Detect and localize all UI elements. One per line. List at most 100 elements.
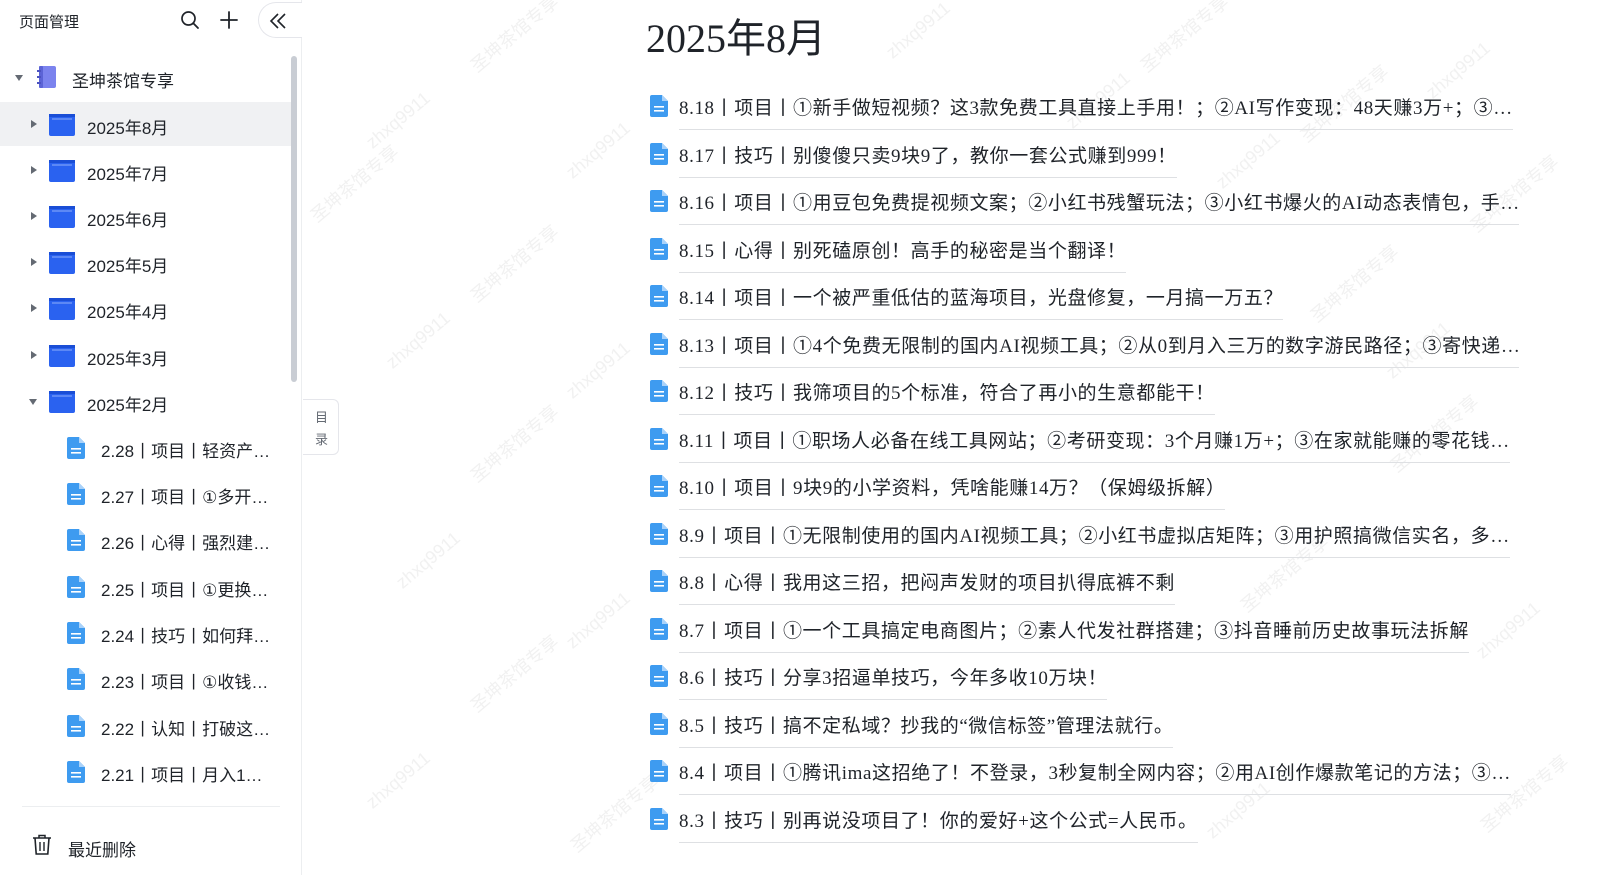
document-icon: [67, 715, 85, 742]
watermark: 圣坤茶馆专享: [1136, 0, 1233, 77]
sidebar: 页面管理 圣坤茶馆专享 2025年8月 2025年7月 2025年6月 2025…: [0, 0, 302, 875]
tree-doc-item[interactable]: 2.23丨项目丨①收钱…: [0, 656, 292, 700]
tree-folder-label: 2025年7月: [87, 165, 169, 184]
watermark: zhxq9911: [562, 337, 634, 403]
document-icon: [67, 668, 85, 695]
tree-doc-item[interactable]: 2.28丨项目丨轻资产…: [0, 425, 292, 469]
table-of-contents-tab[interactable]: 目 录: [303, 399, 339, 455]
tree-doc-label: 2.25丨项目丨①更换…: [101, 581, 269, 600]
watermark: zhxq9911: [392, 527, 464, 593]
tree-doc-label: 2.28丨项目丨轻资产…: [101, 442, 271, 461]
tree-doc-label: 2.21丨项目丨月入1…: [101, 766, 263, 785]
document-icon: [650, 285, 668, 312]
sidebar-title: 页面管理: [19, 14, 80, 31]
chevron-right-icon[interactable]: [31, 166, 37, 174]
tree-doc-item[interactable]: 2.21丨项目丨月入1…: [0, 749, 292, 793]
document-icon: [650, 190, 668, 217]
document-icon: [650, 713, 668, 740]
tree-doc-item[interactable]: 2.26丨心得丨强烈建…: [0, 517, 292, 561]
sidebar-header: 页面管理: [0, 0, 302, 42]
document-icon: [650, 143, 668, 170]
tree-folder-label: 2025年5月: [87, 257, 169, 276]
sidebar-scrollbar[interactable]: [291, 56, 297, 382]
document-icon: [650, 760, 668, 787]
tree-folder-2025-04[interactable]: 2025年4月: [0, 286, 292, 330]
document-icon: [650, 570, 668, 597]
watermark: zhxq9911: [882, 0, 954, 63]
tree-folder-2025-05[interactable]: 2025年5月: [0, 240, 292, 284]
document-icon: [67, 437, 85, 464]
watermark: zhxq9911: [562, 587, 634, 653]
folder-icon: [49, 252, 75, 279]
tree-doc-label: 2.22丨认知丨打破这…: [101, 720, 271, 739]
tree-folder-2025-02[interactable]: 2025年2月: [0, 379, 292, 423]
tree-folder-2025-07[interactable]: 2025年7月: [0, 148, 292, 192]
sidebar-divider: [22, 806, 280, 807]
document-icon: [67, 761, 85, 788]
chevron-right-icon[interactable]: [31, 120, 37, 128]
chevron-right-icon[interactable]: [31, 258, 37, 266]
tree-folder-2025-06[interactable]: 2025年6月: [0, 194, 292, 238]
watermark: 圣坤茶馆专享: [466, 221, 563, 307]
chevron-right-icon[interactable]: [31, 212, 37, 220]
watermark: zhxq9911: [562, 117, 634, 183]
document-title: 8.4丨项目丨①腾讯ima这招绝了！不登录，3秒复制全网内容；②用AI创作爆款笔…: [679, 758, 1511, 795]
tree-doc-item[interactable]: 2.24丨技巧丨如何拜…: [0, 610, 292, 654]
tree-doc-item[interactable]: 2.22丨认知丨打破这…: [0, 703, 292, 747]
tree-doc-label: 2.27丨项目丨①多开…: [101, 488, 269, 507]
page-title: 2025年8月: [646, 16, 826, 61]
watermark: zhxq9911: [362, 747, 434, 813]
document-icon: [650, 808, 668, 835]
trash-icon: [33, 834, 51, 855]
recently-deleted-button[interactable]: 最近删除: [30, 832, 230, 860]
chevron-down-icon[interactable]: [29, 399, 37, 405]
document-title: 8.17丨技巧丨别傻傻只卖9块9了，教你一套公式赚到999！: [679, 141, 1177, 178]
document-icon: [650, 475, 668, 502]
chevron-down-icon[interactable]: [15, 75, 23, 81]
recently-deleted-label: 最近删除: [68, 841, 136, 860]
document-title: 8.3丨技巧丨别再说没项目了！你的爱好+这个公式=人民币。: [679, 806, 1198, 843]
add-icon[interactable]: [219, 10, 239, 30]
watermark: 圣坤茶馆专享: [466, 631, 563, 717]
chevron-right-icon[interactable]: [31, 351, 37, 359]
tree-folder-label: 2025年2月: [87, 396, 169, 415]
tree-folder-label: 2025年3月: [87, 350, 169, 369]
document-icon: [650, 523, 668, 550]
document-title: 8.15丨心得丨别死磕原创！高手的秘密是当个翻译！: [679, 236, 1127, 273]
toc-label-line2: 录: [315, 432, 329, 447]
document-icon: [650, 618, 668, 645]
collapse-sidebar-button[interactable]: [258, 2, 302, 38]
tree-folder-2025-08[interactable]: 2025年8月: [0, 102, 292, 146]
document-title: 8.10丨项目丨9块9的小学资料，凭啥能赚14万？（保姆级拆解）: [679, 473, 1226, 510]
tree-doc-item[interactable]: 2.27丨项目丨①多开…: [0, 471, 292, 515]
document-title: 8.13丨项目丨①4个免费无限制的国内AI视频工具；②从0到月入三万的数字游民路…: [679, 331, 1519, 368]
document-icon: [650, 380, 668, 407]
tree-root-label: 圣坤茶馆专享: [72, 72, 174, 91]
tree-doc-label: 2.26丨心得丨强烈建…: [101, 534, 271, 553]
folder-icon: [49, 160, 75, 187]
tree-root-item[interactable]: 圣坤茶馆专享: [0, 55, 292, 99]
document-title: 8.18丨项目丨①新手做短视频？这3款免费工具直接上手用！；②AI写作变现：48…: [679, 93, 1513, 130]
search-icon[interactable]: [180, 10, 200, 30]
folder-icon: [49, 345, 75, 372]
notebook-icon: [37, 65, 57, 94]
tree-folder-2025-03[interactable]: 2025年3月: [0, 333, 292, 377]
document-title: 8.14丨项目丨一个被严重低估的蓝海项目，光盘修复，一月搞一万五？: [679, 283, 1284, 320]
document-title: 8.6丨技巧丨分享3招逼单技巧，今年多收10万块！: [679, 663, 1108, 700]
folder-icon: [49, 206, 75, 233]
watermark: zhxq9911: [1472, 597, 1544, 663]
chevron-right-icon[interactable]: [31, 304, 37, 312]
document-icon: [650, 665, 668, 692]
tree-doc-item[interactable]: 2.25丨项目丨①更换…: [0, 564, 292, 608]
document-title: 8.5丨技巧丨搞不定私域？抄我的“微信标签”管理法就行。: [679, 711, 1174, 748]
folder-icon: [49, 298, 75, 325]
document-icon: [67, 576, 85, 603]
document-icon: [650, 333, 668, 360]
document-icon: [67, 622, 85, 649]
watermark: 圣坤茶馆专享: [466, 0, 563, 77]
watermark: zhxq9911: [1212, 127, 1284, 193]
watermark: zhxq9911: [362, 87, 434, 153]
watermark: zhxq9911: [382, 307, 454, 373]
folder-icon: [49, 114, 75, 141]
tree-doc-label: 2.23丨项目丨①收钱…: [101, 673, 269, 692]
